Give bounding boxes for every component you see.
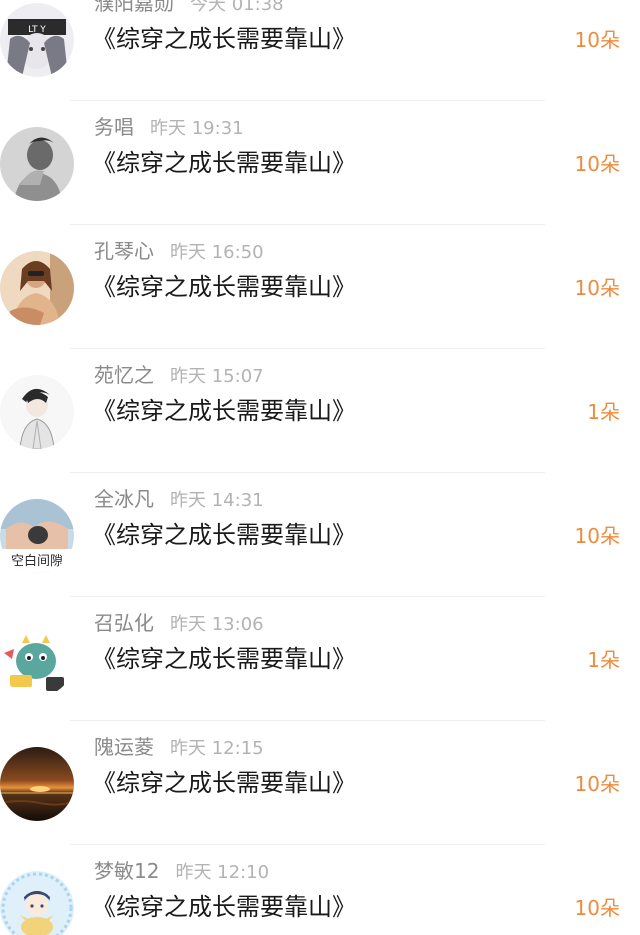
avatar[interactable] <box>0 127 74 201</box>
gift-count: 10朵 <box>574 28 620 52</box>
avatar[interactable] <box>0 375 74 449</box>
gift-count: 1朵 <box>587 400 620 424</box>
list-item[interactable]: 梦敏12 昨天 12:10 《综穿之成长需要靠山》 10朵 <box>0 845 640 935</box>
list-item[interactable]: 务唱 昨天 19:31 《综穿之成长需要靠山》 10朵 <box>0 101 640 225</box>
gift-count: 1朵 <box>587 648 620 672</box>
list-item[interactable]: 召弘化 昨天 13:06 《综穿之成长需要靠山》 1朵 <box>0 597 640 721</box>
timestamp: 昨天 13:06 <box>170 614 264 635</box>
timestamp: 昨天 12:10 <box>175 862 270 883</box>
username[interactable]: 召弘化 <box>94 611 154 635</box>
timestamp: 今天 01:38 <box>190 0 284 15</box>
item-meta: 全冰凡 昨天 14:31 <box>94 485 264 513</box>
user-avatar-image <box>0 127 74 201</box>
item-meta: 孔琴心 昨天 16:50 <box>94 237 264 265</box>
user-avatar-image <box>0 375 74 449</box>
avatar-caption: 空白间隙 <box>11 553 63 569</box>
list-item[interactable]: 孔琴心 昨天 16:50 《综穿之成长需要靠山》 10朵 <box>0 225 640 349</box>
username[interactable]: 苑忆之 <box>94 363 154 387</box>
timestamp: 昨天 15:07 <box>170 366 264 387</box>
avatar[interactable] <box>0 251 74 325</box>
item-meta: 濮阳嘉勋 今天 01:38 <box>94 0 284 17</box>
avatar[interactable]: 空白间隙 <box>0 499 74 573</box>
username[interactable]: 梦敏12 <box>94 859 159 883</box>
gift-count: 10朵 <box>574 524 620 548</box>
timestamp: 昨天 12:15 <box>170 738 264 759</box>
avatar[interactable] <box>0 871 74 935</box>
user-avatar-image <box>0 251 74 325</box>
book-title[interactable]: 《综穿之成长需要靠山》 <box>92 22 356 56</box>
gift-count: 10朵 <box>574 896 620 920</box>
book-title[interactable]: 《综穿之成长需要靠山》 <box>92 270 356 304</box>
gift-count: 10朵 <box>574 772 620 796</box>
list-item[interactable]: LT Y 濮阳嘉勋 今天 01:38 《综穿之成长需要靠山》 10朵 <box>0 0 640 101</box>
gift-count: 10朵 <box>574 276 620 300</box>
gift-record-list: LT Y 濮阳嘉勋 今天 01:38 《综穿之成长需要靠山》 10朵 务唱 昨天… <box>0 0 640 935</box>
avatar[interactable] <box>0 623 74 697</box>
user-avatar-image <box>0 623 74 697</box>
book-title[interactable]: 《综穿之成长需要靠山》 <box>92 890 356 924</box>
username[interactable]: 隗运菱 <box>94 735 154 759</box>
book-title[interactable]: 《综穿之成长需要靠山》 <box>92 394 356 428</box>
item-meta: 务唱 昨天 19:31 <box>94 113 244 141</box>
username[interactable]: 孔琴心 <box>94 239 154 263</box>
list-item[interactable]: 空白间隙 全冰凡 昨天 14:31 《综穿之成长需要靠山》 10朵 <box>0 473 640 597</box>
book-title[interactable]: 《综穿之成长需要靠山》 <box>92 642 356 676</box>
username[interactable]: 濮阳嘉勋 <box>94 0 174 15</box>
item-meta: 苑忆之 昨天 15:07 <box>94 361 264 389</box>
list-item[interactable]: 隗运菱 昨天 12:15 《综穿之成长需要靠山》 10朵 <box>0 721 640 845</box>
avatar[interactable]: LT Y <box>0 3 74 77</box>
avatar[interactable] <box>0 747 74 821</box>
user-avatar-image <box>0 871 74 935</box>
list-item[interactable]: 苑忆之 昨天 15:07 《综穿之成长需要靠山》 1朵 <box>0 349 640 473</box>
item-meta: 召弘化 昨天 13:06 <box>94 609 264 637</box>
user-avatar-image: LT Y <box>0 3 74 77</box>
book-title[interactable]: 《综穿之成长需要靠山》 <box>92 518 356 552</box>
timestamp: 昨天 16:50 <box>170 242 264 263</box>
user-avatar-image: 空白间隙 <box>0 499 74 573</box>
username[interactable]: 全冰凡 <box>94 487 154 511</box>
timestamp: 昨天 19:31 <box>150 118 244 139</box>
book-title[interactable]: 《综穿之成长需要靠山》 <box>92 766 356 800</box>
item-meta: 隗运菱 昨天 12:15 <box>94 733 264 761</box>
user-avatar-image <box>0 747 74 821</box>
timestamp: 昨天 14:31 <box>170 490 264 511</box>
gift-count: 10朵 <box>574 152 620 176</box>
username[interactable]: 务唱 <box>94 115 134 139</box>
book-title[interactable]: 《综穿之成长需要靠山》 <box>92 146 356 180</box>
item-meta: 梦敏12 昨天 12:10 <box>94 857 269 885</box>
